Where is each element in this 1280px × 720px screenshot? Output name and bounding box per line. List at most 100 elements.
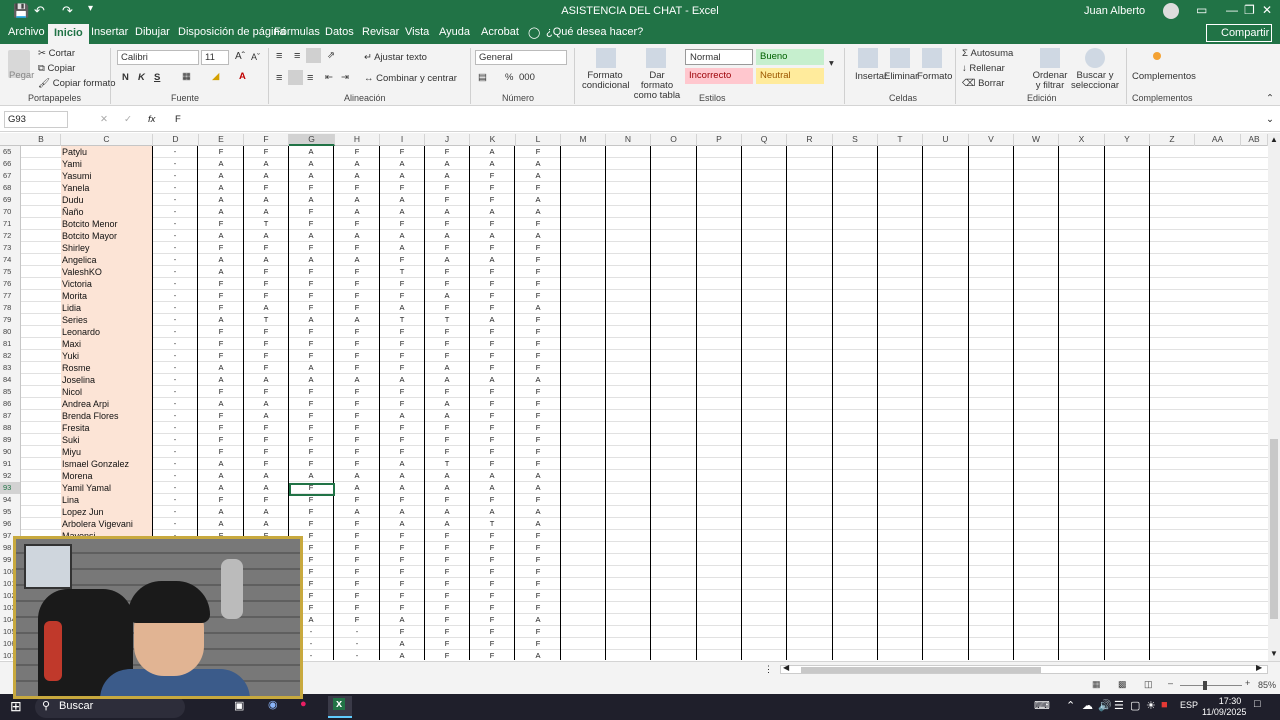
- attendance-cell[interactable]: F: [380, 386, 425, 398]
- attendance-cell[interactable]: F: [470, 566, 515, 578]
- attendance-cell[interactable]: F: [425, 602, 470, 614]
- attendance-cell[interactable]: F: [244, 362, 289, 374]
- attendance-cell[interactable]: A: [335, 482, 380, 494]
- attendance-cell[interactable]: F: [470, 242, 515, 254]
- column-header-i[interactable]: I: [380, 134, 425, 146]
- name-cell[interactable]: ValeshKO: [61, 266, 152, 278]
- style-neutral[interactable]: Neutral: [756, 68, 824, 84]
- attendance-cell[interactable]: A: [516, 206, 561, 218]
- attendance-cell[interactable]: F: [470, 278, 515, 290]
- attendance-cell[interactable]: F: [380, 182, 425, 194]
- name-cell[interactable]: Miyu: [61, 446, 152, 458]
- attendance-cell[interactable]: F: [516, 626, 561, 638]
- attendance-cell[interactable]: F: [425, 650, 470, 660]
- attendance-cell[interactable]: F: [425, 218, 470, 230]
- notification-icon[interactable]: □: [1254, 698, 1261, 710]
- attendance-cell[interactable]: A: [199, 374, 244, 386]
- attendance-cell[interactable]: -: [335, 650, 380, 660]
- attendance-cell[interactable]: A: [244, 158, 289, 170]
- attendance-cell[interactable]: A: [516, 194, 561, 206]
- style-bad[interactable]: Incorrecto: [685, 68, 753, 84]
- attendance-cell[interactable]: F: [425, 494, 470, 506]
- align-top-icon[interactable]: ≡: [276, 50, 282, 62]
- outdent-icon[interactable]: ⇤: [325, 72, 333, 83]
- attendance-cell[interactable]: -: [153, 518, 198, 530]
- row-header[interactable]: 85: [0, 386, 21, 398]
- row-header[interactable]: 69: [0, 194, 21, 206]
- attendance-cell[interactable]: F: [289, 422, 334, 434]
- attendance-cell[interactable]: F: [289, 350, 334, 362]
- sort-filter-button[interactable]: Ordenar y filtrar: [1031, 71, 1069, 91]
- attendance-cell[interactable]: F: [380, 254, 425, 266]
- normal-view-icon[interactable]: ▦: [1092, 679, 1101, 690]
- wrap-text-button[interactable]: ↵ Ajustar texto: [364, 52, 427, 63]
- attendance-cell[interactable]: F: [425, 422, 470, 434]
- indent-icon[interactable]: ⇥: [341, 72, 349, 83]
- attendance-cell[interactable]: F: [470, 410, 515, 422]
- attendance-cell[interactable]: A: [516, 614, 561, 626]
- attendance-cell[interactable]: F: [470, 302, 515, 314]
- attendance-cell[interactable]: F: [516, 350, 561, 362]
- attendance-cell[interactable]: A: [425, 482, 470, 494]
- attendance-cell[interactable]: F: [335, 386, 380, 398]
- attendance-cell[interactable]: T: [244, 314, 289, 326]
- attendance-cell[interactable]: F: [470, 590, 515, 602]
- attendance-cell[interactable]: A: [244, 254, 289, 266]
- attendance-cell[interactable]: F: [244, 458, 289, 470]
- attendance-cell[interactable]: F: [470, 530, 515, 542]
- attendance-cell[interactable]: F: [425, 326, 470, 338]
- attendance-cell[interactable]: F: [244, 182, 289, 194]
- attendance-cell[interactable]: F: [470, 578, 515, 590]
- attendance-cell[interactable]: F: [335, 446, 380, 458]
- attendance-cell[interactable]: -: [153, 386, 198, 398]
- more-options-icon[interactable]: ⋮: [764, 664, 773, 675]
- name-cell[interactable]: Nicol: [61, 386, 152, 398]
- column-header-g[interactable]: G: [289, 134, 335, 146]
- attendance-cell[interactable]: F: [425, 242, 470, 254]
- column-header-b[interactable]: B: [22, 134, 61, 146]
- attendance-cell[interactable]: -: [335, 638, 380, 650]
- attendance-cell[interactable]: A: [289, 194, 334, 206]
- attendance-cell[interactable]: -: [153, 470, 198, 482]
- attendance-cell[interactable]: F: [380, 602, 425, 614]
- row-header[interactable]: 88: [0, 422, 21, 434]
- clock-date[interactable]: 11/09/2025: [1202, 707, 1246, 717]
- style-normal[interactable]: Normal: [685, 49, 753, 65]
- attendance-cell[interactable]: -: [153, 374, 198, 386]
- attendance-cell[interactable]: A: [380, 170, 425, 182]
- attendance-cell[interactable]: A: [470, 314, 515, 326]
- name-cell[interactable]: Rosme: [61, 362, 152, 374]
- attendance-cell[interactable]: F: [289, 266, 334, 278]
- font-name-select[interactable]: Calibri: [117, 50, 199, 65]
- column-header-p[interactable]: P: [697, 134, 742, 146]
- font-color-icon[interactable]: A: [239, 71, 246, 82]
- name-cell[interactable]: Patylu: [61, 146, 152, 158]
- column-header-r[interactable]: R: [787, 134, 833, 146]
- attendance-cell[interactable]: F: [516, 254, 561, 266]
- attendance-cell[interactable]: F: [516, 590, 561, 602]
- attendance-cell[interactable]: F: [289, 242, 334, 254]
- attendance-cell[interactable]: A: [199, 518, 244, 530]
- display-icon[interactable]: ▢: [1130, 699, 1140, 712]
- column-header-k[interactable]: K: [470, 134, 516, 146]
- attendance-cell[interactable]: F: [425, 350, 470, 362]
- name-cell[interactable]: Ñaño: [61, 206, 152, 218]
- row-header[interactable]: 66: [0, 158, 21, 170]
- attendance-cell[interactable]: A: [199, 194, 244, 206]
- attendance-cell[interactable]: F: [199, 446, 244, 458]
- row-header[interactable]: 83: [0, 362, 21, 374]
- attendance-cell[interactable]: -: [153, 314, 198, 326]
- attendance-cell[interactable]: F: [516, 422, 561, 434]
- vertical-scrollbar[interactable]: ▲ ▼: [1268, 133, 1280, 661]
- attendance-cell[interactable]: -: [153, 422, 198, 434]
- windows-start-icon[interactable]: ⊞: [10, 698, 22, 715]
- attendance-cell[interactable]: -: [153, 458, 198, 470]
- attendance-cell[interactable]: F: [199, 386, 244, 398]
- attendance-cell[interactable]: -: [153, 254, 198, 266]
- row-header[interactable]: 87: [0, 410, 21, 422]
- attendance-cell[interactable]: F: [470, 350, 515, 362]
- attendance-cell[interactable]: A: [380, 410, 425, 422]
- attendance-cell[interactable]: F: [516, 278, 561, 290]
- attendance-cell[interactable]: F: [335, 434, 380, 446]
- name-cell[interactable]: Yamil Yamal: [61, 482, 152, 494]
